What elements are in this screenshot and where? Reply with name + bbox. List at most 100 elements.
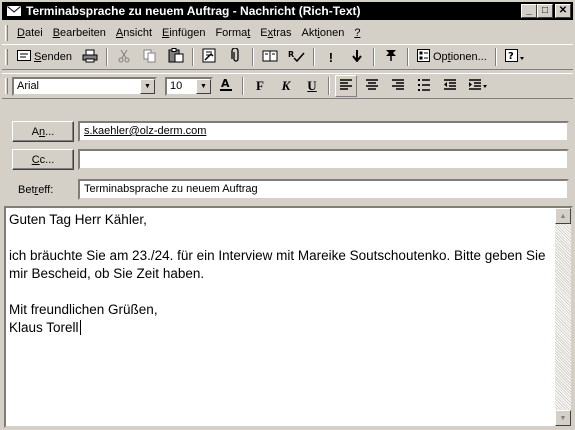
copy-button[interactable] bbox=[139, 46, 161, 68]
outdent-icon bbox=[443, 78, 457, 94]
align-right-button[interactable] bbox=[387, 75, 409, 97]
font-size-value: 10 bbox=[170, 80, 183, 92]
toolbar-grip[interactable] bbox=[5, 78, 8, 94]
align-left-button[interactable] bbox=[335, 75, 357, 97]
to-button[interactable]: An... bbox=[12, 121, 74, 142]
cut-button[interactable] bbox=[113, 46, 135, 68]
spelling-button[interactable]: R bbox=[285, 46, 308, 68]
menu-einfuegen[interactable]: Einfügen bbox=[157, 27, 210, 39]
font-color-button[interactable]: A bbox=[215, 75, 237, 97]
signature-text: Klaus Torell bbox=[9, 320, 79, 335]
indent-icon bbox=[468, 78, 488, 94]
message-body[interactable]: Guten Tag Herr Kähler, ich bräuchte Sie … bbox=[4, 206, 573, 428]
body-paragraph: ich bräuchte Sie am 23./24. für ein Inte… bbox=[9, 248, 550, 281]
copy-icon bbox=[143, 49, 157, 66]
spellcheck-icon: R bbox=[288, 49, 305, 66]
paste-icon bbox=[168, 48, 184, 66]
toolbar-separator bbox=[494, 48, 497, 66]
font-size-select[interactable]: 10 ▼ bbox=[165, 76, 213, 96]
title-bar[interactable]: Terminabsprache zu neuem Auftrag - Nachr… bbox=[2, 2, 573, 20]
standard-toolbar: Senden R ! Op t ionen... ? bbox=[2, 44, 573, 70]
cc-button[interactable]: Cc... bbox=[12, 149, 74, 170]
underline-button[interactable]: U bbox=[301, 75, 323, 97]
toolbar-separator bbox=[242, 77, 244, 95]
flag-button[interactable] bbox=[380, 46, 402, 68]
font-color-icon: A bbox=[219, 77, 233, 95]
menu-ansicht[interactable]: Ansicht bbox=[111, 27, 157, 39]
high-importance-button[interactable]: ! bbox=[320, 46, 342, 68]
italic-button[interactable]: K bbox=[275, 75, 297, 97]
close-button[interactable]: ✕ bbox=[555, 4, 571, 18]
paperclip-icon bbox=[231, 47, 241, 66]
close-icon: ✕ bbox=[558, 5, 568, 16]
svg-text:A: A bbox=[221, 77, 230, 90]
menu-extras[interactable]: Extras bbox=[255, 27, 296, 39]
align-center-button[interactable] bbox=[361, 75, 383, 97]
send-button[interactable]: Senden bbox=[14, 46, 75, 68]
scroll-up-button[interactable]: ▲ bbox=[555, 208, 571, 224]
paste-button[interactable] bbox=[165, 46, 187, 68]
options-button[interactable]: Op t ionen... bbox=[414, 46, 490, 68]
low-importance-button[interactable] bbox=[346, 46, 368, 68]
menu-help[interactable]: ? bbox=[349, 27, 365, 39]
exclamation-icon: ! bbox=[328, 49, 334, 65]
maximize-button[interactable]: □ bbox=[537, 4, 553, 18]
minimize-button[interactable]: _ bbox=[521, 4, 537, 18]
menu-grip[interactable] bbox=[5, 25, 8, 41]
arrow-up-icon: ▲ bbox=[559, 212, 567, 220]
closing-line: Mit freundlichen Grüßen, bbox=[9, 302, 158, 317]
font-select[interactable]: Arial ▼ bbox=[12, 76, 157, 96]
toolbar-separator bbox=[328, 77, 330, 95]
menu-bar: Datei Bearbeiten Ansicht Einfügen Format… bbox=[2, 24, 573, 42]
align-right-icon bbox=[391, 78, 405, 94]
menu-format[interactable]: Format bbox=[210, 27, 255, 39]
decrease-indent-button[interactable] bbox=[439, 75, 461, 97]
toolbar-separator bbox=[372, 48, 375, 66]
message-window: Terminabsprache zu neuem Auftrag - Nachr… bbox=[0, 0, 575, 430]
greeting-line: Guten Tag Herr Kähler, bbox=[9, 212, 147, 227]
toolbar-separator bbox=[312, 48, 315, 66]
help-icon: ? bbox=[504, 48, 525, 66]
formatting-toolbar: Arial ▼ 10 ▼ A F K U bbox=[2, 73, 573, 99]
toolbar-separator bbox=[191, 48, 194, 66]
bullets-button[interactable] bbox=[413, 75, 435, 97]
vertical-scrollbar[interactable]: ▲ ▼ bbox=[555, 208, 571, 426]
bold-button[interactable]: F bbox=[249, 75, 271, 97]
menu-aktionen[interactable]: Aktionen bbox=[296, 27, 349, 39]
printer-icon bbox=[82, 49, 98, 66]
options-icon bbox=[416, 49, 430, 65]
address-book-button[interactable] bbox=[199, 46, 221, 68]
send-icon bbox=[17, 50, 31, 64]
cc-field[interactable] bbox=[78, 149, 569, 170]
minimize-icon: _ bbox=[526, 5, 532, 16]
window-title: Terminabsprache zu neuem Auftrag - Nachr… bbox=[26, 4, 361, 18]
toolbar-separator bbox=[251, 48, 254, 66]
chevron-down-icon[interactable]: ▼ bbox=[196, 78, 211, 94]
bullet-list-icon bbox=[417, 78, 431, 94]
print-button[interactable] bbox=[79, 46, 101, 68]
align-left-icon bbox=[339, 78, 353, 94]
help-button[interactable]: ? bbox=[502, 46, 528, 68]
maximize-icon: □ bbox=[541, 5, 549, 16]
toolbar-separator bbox=[406, 48, 409, 66]
scroll-down-button[interactable]: ▼ bbox=[555, 410, 571, 426]
subject-field[interactable]: Terminabsprache zu neuem Auftrag bbox=[78, 179, 569, 200]
address-card-icon bbox=[262, 49, 278, 66]
chevron-down-icon[interactable]: ▼ bbox=[140, 78, 155, 94]
message-body-text[interactable]: Guten Tag Herr Kähler, ich bräuchte Sie … bbox=[9, 211, 557, 337]
menu-datei[interactable]: Datei bbox=[12, 27, 48, 39]
increase-indent-button[interactable] bbox=[465, 75, 491, 97]
arrow-down-icon: ▼ bbox=[559, 414, 567, 422]
attach-button[interactable] bbox=[225, 46, 247, 68]
toolbar-grip[interactable] bbox=[5, 49, 8, 65]
to-field[interactable]: s.kaehler@olz-derm.com bbox=[78, 121, 569, 142]
menu-bearbeiten[interactable]: Bearbeiten bbox=[48, 27, 111, 39]
check-names-button[interactable] bbox=[259, 46, 281, 68]
signature-line: Klaus Torell bbox=[9, 319, 557, 337]
flag-icon bbox=[385, 49, 397, 65]
to-address[interactable]: s.kaehler@olz-derm.com bbox=[84, 125, 206, 137]
toolbar-separator bbox=[105, 48, 108, 66]
svg-text:?: ? bbox=[508, 51, 514, 62]
